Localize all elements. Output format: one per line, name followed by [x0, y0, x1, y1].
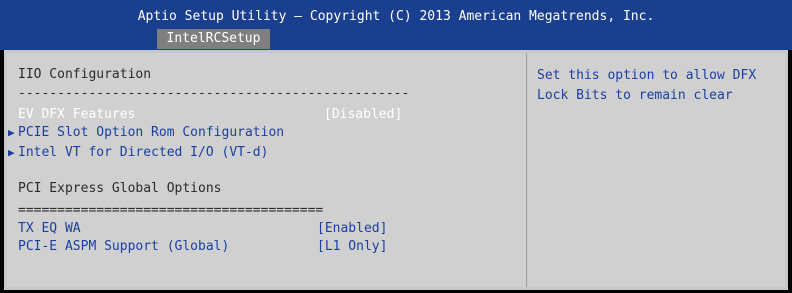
- tab-intelrcsetup[interactable]: IntelRCSetup: [157, 29, 270, 49]
- menu-item-value: [Disabled]: [324, 107, 403, 122]
- separator-dash: ----------------------------------------…: [18, 86, 410, 101]
- submenu-arrow-icon: ▶: [8, 126, 15, 139]
- menu-item-value: [L1 Only]: [317, 239, 388, 254]
- separator-eq: =======================================: [18, 203, 324, 218]
- app-title: Aptio Setup Utility – Copyright (C) 2013…: [137, 9, 655, 24]
- help-text-line: Set this option to allow DFX: [537, 68, 757, 83]
- header-bar: Aptio Setup Utility – Copyright (C) 2013…: [0, 0, 792, 50]
- help-text-line: Lock Bits to remain clear: [537, 88, 733, 103]
- menu-item-label: EV DFX Features: [18, 107, 136, 122]
- menu-item-label: Intel VT for Directed I/O (VT-d): [18, 145, 269, 160]
- submenu-arrow-icon: ▶: [8, 146, 15, 159]
- menu-item-label: TX EQ WA: [18, 221, 81, 236]
- main-pane: IIO Configuration ----------------------…: [7, 53, 527, 287]
- menu-item-label: PCI-E ASPM Support (Global): [18, 239, 230, 254]
- menu-item-label: PCIE Slot Option Rom Configuration: [18, 125, 285, 140]
- help-pane: Set this option to allow DFX Lock Bits t…: [528, 53, 785, 287]
- subsection-title: PCI Express Global Options: [18, 181, 222, 196]
- section-title: IIO Configuration: [18, 67, 152, 82]
- menu-item-value: [Enabled]: [317, 221, 388, 236]
